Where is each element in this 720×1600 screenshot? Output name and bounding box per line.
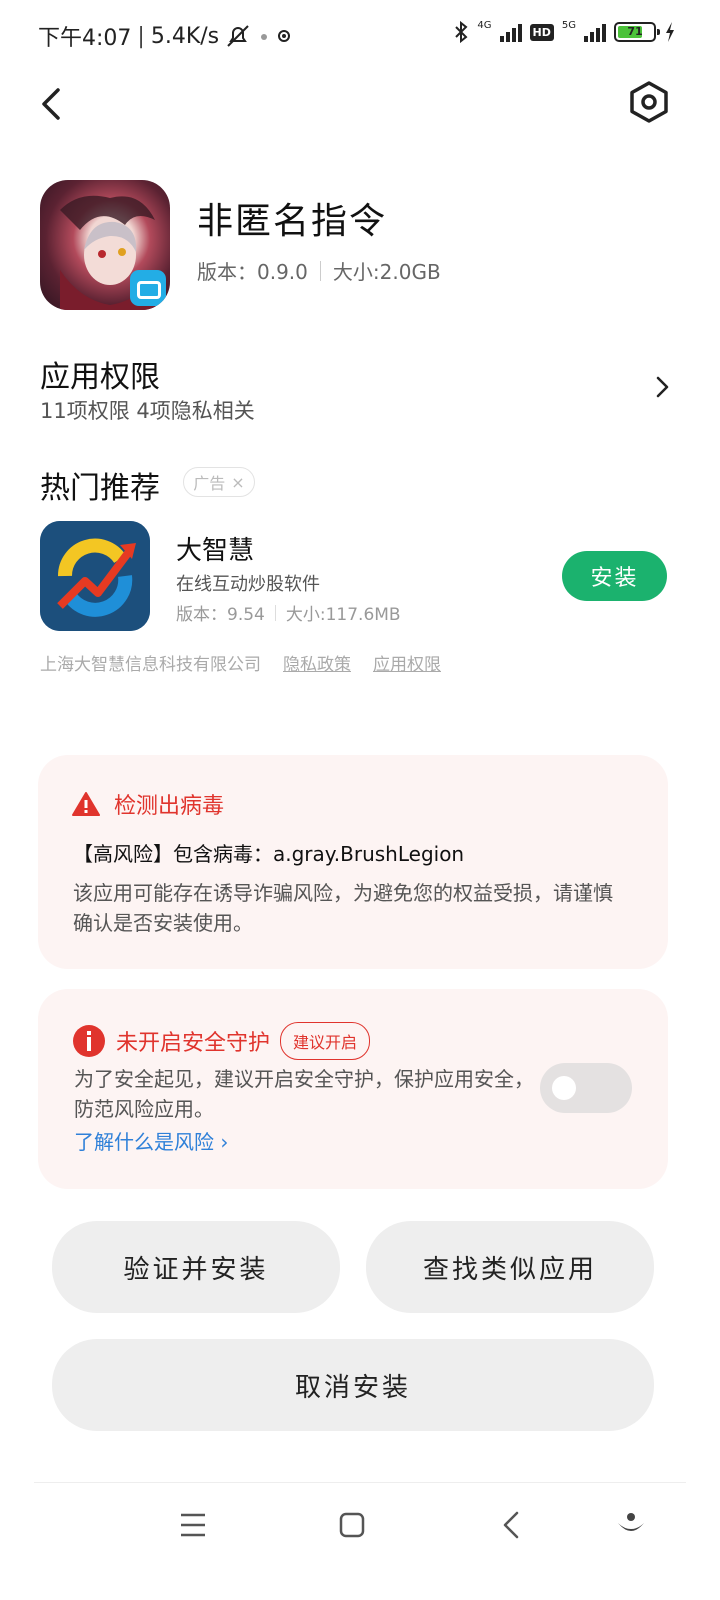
recommend-app-meta: 版本：9.54 大小:117.6MB: [176, 600, 401, 625]
status-time: 下午4:07: [38, 26, 132, 51]
virus-warning-header: 检测出病毒: [72, 788, 224, 820]
warning-triangle-icon: [72, 792, 100, 816]
verify-install-button[interactable]: 验证并安装: [52, 1221, 340, 1313]
protection-title: 未开启安全守护: [116, 1031, 271, 1056]
back-arrow-icon: [42, 88, 60, 120]
signal-1-label: 4G: [477, 20, 492, 31]
version-label: 版本：: [197, 260, 257, 284]
nav-menu-button[interactable]: [173, 1505, 213, 1545]
suggest-enable-tag: 建议开启: [280, 1022, 371, 1060]
rec-size-label: 大小:: [285, 605, 326, 625]
info-circle-icon: [73, 1025, 105, 1057]
charging-icon: [666, 22, 674, 42]
app-permissions-link[interactable]: 应用权限: [373, 650, 441, 675]
learn-risk-link[interactable]: 了解什么是风险 ›: [74, 1126, 228, 1155]
privacy-policy-link[interactable]: 隐私政策: [283, 650, 351, 675]
install-button[interactable]: 安装: [562, 551, 667, 601]
protection-description: 为了安全起见，建议开启安全守护，保护应用安全，防范风险应用。: [74, 1067, 534, 1121]
virus-name: 【高风险】包含病毒：a.gray.BrushLegion: [73, 842, 465, 866]
rec-version-label: 版本：: [176, 605, 227, 625]
notification-icon: [278, 30, 291, 42]
rec-meta-divider: [274, 604, 276, 621]
nav-divider: [34, 1482, 686, 1483]
settings-button[interactable]: [628, 80, 670, 124]
nav-home-button[interactable]: [332, 1505, 372, 1545]
battery-icon: 71: [614, 22, 660, 42]
home-square-icon: [339, 1512, 365, 1538]
back-button[interactable]: [36, 84, 72, 124]
back-triangle-icon: [503, 1511, 519, 1539]
permissions-title: 应用权限: [40, 360, 160, 395]
nav-back-button[interactable]: [492, 1505, 532, 1545]
protection-toggle[interactable]: [540, 1063, 632, 1113]
hd-badge: HD: [529, 23, 554, 41]
find-similar-button[interactable]: 查找类似应用: [366, 1221, 654, 1313]
ad-tag[interactable]: 广告 ×: [183, 467, 255, 497]
network-speed: 5.4K/s: [150, 23, 220, 49]
battery-level: 71: [627, 25, 643, 38]
rec-size: 117.6MB: [325, 605, 401, 625]
menu-icon: [181, 1513, 205, 1537]
bilibili-badge-icon: [130, 270, 166, 306]
virus-description: 该应用可能存在诱导诈骗风险，为避免您的权益受损，请谨慎确认是否安装使用。: [73, 881, 613, 935]
signal-2-label: 5G: [561, 20, 576, 31]
virus-warning-title: 检测出病毒: [114, 794, 225, 819]
dzh-logo-icon: [40, 521, 150, 631]
app-meta: 版本：0.9.0 大小:2.0GB: [197, 256, 441, 285]
toggle-knob: [552, 1076, 576, 1100]
meta-divider: [319, 260, 321, 281]
bluetooth-icon: [455, 20, 468, 44]
recommend-app-desc: 在线互动炒股软件: [176, 574, 320, 595]
app-icon: [40, 180, 170, 310]
ad-close-icon[interactable]: ×: [231, 473, 244, 492]
size-label: 大小:: [332, 260, 380, 284]
recommend-title: 热门推荐: [40, 471, 160, 506]
assistant-icon: [618, 1513, 644, 1531]
permissions-subtitle: 11项权限 4项隐私相关: [40, 399, 255, 423]
recommend-footer: 上海大智慧信息科技有限公司 隐私政策 应用权限: [40, 650, 441, 675]
developer-name: 上海大智慧信息科技有限公司: [40, 655, 261, 675]
ad-label: 广告: [193, 474, 226, 493]
status-left: 下午4:07 | 5.4K/s: [38, 20, 291, 52]
recommend-app-name: 大智慧: [176, 536, 255, 566]
nav-assistant-button[interactable]: [611, 1505, 651, 1545]
cancel-install-button[interactable]: 取消安装: [52, 1339, 654, 1431]
dot-icon: [261, 34, 268, 40]
mute-icon: [227, 25, 249, 47]
settings-hexagon-icon: [630, 81, 668, 123]
signal-1-icon: [499, 22, 522, 42]
status-bar: 下午4:07 | 5.4K/s 4G HD 5G 71: [0, 0, 720, 66]
protection-header: 未开启安全守护 建议开启: [72, 1022, 371, 1060]
status-separator: |: [137, 23, 145, 49]
chevron-right-icon: [656, 376, 669, 398]
recommend-app-icon[interactable]: [40, 521, 150, 631]
signal-2-icon: [584, 22, 606, 42]
app-name: 非匿名指令: [197, 201, 388, 242]
rec-version: 9.54: [227, 605, 265, 625]
app-version: 0.9.0: [257, 260, 308, 284]
status-right: 4G HD 5G 71: [453, 20, 676, 44]
app-size: 2.0GB: [379, 260, 441, 284]
